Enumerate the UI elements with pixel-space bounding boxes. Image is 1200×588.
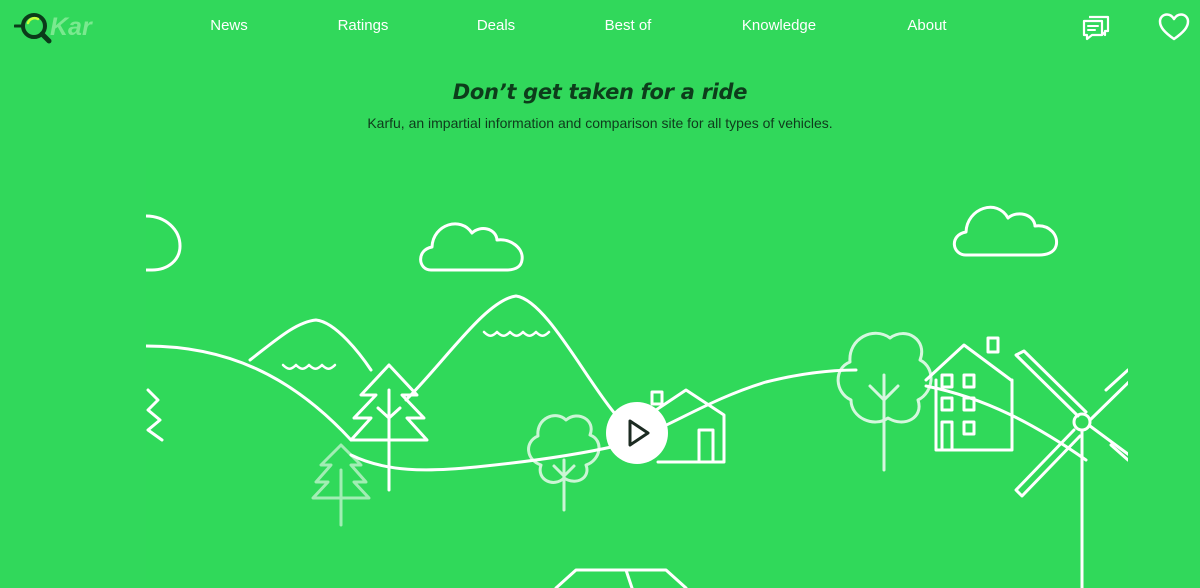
hero-video-illustration[interactable]: [146, 160, 1128, 588]
main-nav: News Ratings Deals Best of Knowledge Abo…: [0, 0, 1200, 54]
nav-item-about[interactable]: About: [907, 17, 946, 34]
top-navigation-bar: Kar News Ratings Deals Best of Knowledge…: [0, 0, 1200, 54]
chat-button[interactable]: [1080, 11, 1112, 43]
mountain-1: [248, 318, 373, 372]
hero-headline: Don’t get taken for a ride: [452, 80, 748, 104]
landscape-illustration: [146, 205, 1128, 588]
nav-item-best-of[interactable]: Best of: [605, 17, 652, 34]
pine-tree-1: [349, 363, 429, 492]
hero-subline: Karfu, an impartial information and comp…: [367, 115, 833, 131]
heart-icon: [1158, 13, 1190, 41]
cloud-2: [952, 205, 1059, 257]
nav-item-ratings[interactable]: Ratings: [338, 17, 389, 34]
house-2: [924, 336, 1014, 452]
nav-item-news[interactable]: News: [210, 17, 248, 34]
hill-left: [146, 344, 353, 442]
round-tree-1: [527, 414, 601, 512]
nav-item-knowledge[interactable]: Knowledge: [742, 17, 816, 34]
car-roof: [554, 568, 688, 588]
round-tree-2: [836, 331, 933, 472]
pine-tree-2: [311, 443, 371, 527]
nav-item-deals[interactable]: Deals: [477, 17, 515, 34]
play-video-button[interactable]: [606, 402, 668, 464]
mountain-2: [404, 294, 618, 417]
play-icon: [628, 419, 650, 447]
cloud-1: [419, 222, 524, 272]
cloud-left: [146, 214, 182, 272]
left-zigzag: [146, 388, 164, 442]
favorites-button[interactable]: [1158, 11, 1190, 43]
chat-icon: [1082, 15, 1110, 41]
ground-line: [349, 368, 858, 472]
